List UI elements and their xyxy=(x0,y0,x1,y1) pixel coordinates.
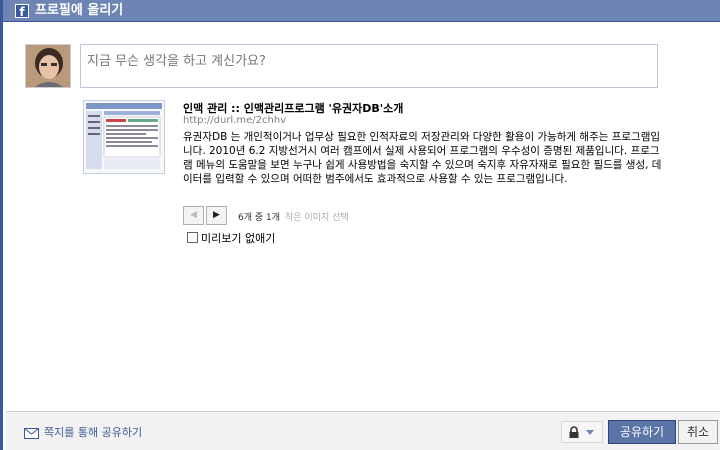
share-via-message-link[interactable]: 쪽지를 통해 공유하기 xyxy=(44,424,142,440)
share-dialog: f 프로필에 올리기 지금 무슨 생각을 하고 계신가요? 인맥 관리:: 인… xyxy=(0,0,720,450)
link-url: http://durl.me/2chhv xyxy=(183,115,287,126)
lock-icon xyxy=(569,426,579,438)
share-button[interactable]: 공유하기 xyxy=(608,420,676,444)
dialog-footer: 쪽지를 통해 공유하기 공유하기 취소 xyxy=(6,411,720,450)
no-preview-label: 미리보기 없애기 xyxy=(201,232,276,245)
privacy-selector[interactable] xyxy=(561,421,603,443)
thumbnail-count: 6개 중 1개 xyxy=(238,213,281,223)
facebook-logo-icon: f xyxy=(15,4,29,19)
chevron-down-icon xyxy=(586,430,594,435)
status-input[interactable]: 지금 무슨 생각을 하고 계신가요? xyxy=(80,44,658,88)
choose-thumbnail-option[interactable]: 작은 이미지 선택 xyxy=(285,210,349,223)
dialog-title: 프로필에 올리기 xyxy=(35,3,124,18)
previous-thumbnail-button[interactable]: ◀ xyxy=(183,206,204,225)
link-description[interactable]: 유권자DB 는 개인적이거나 업무상 필요한 인적자료의 저장관리와 다양한 활… xyxy=(183,130,663,186)
avatar xyxy=(25,44,71,88)
cancel-button[interactable]: 취소 xyxy=(678,420,718,444)
next-thumbnail-button[interactable]: ▶ xyxy=(206,206,227,225)
screenshot-thumbnail-image xyxy=(84,101,164,173)
avatar-photo xyxy=(26,45,70,87)
link-thumbnail xyxy=(83,100,165,174)
envelope-icon xyxy=(24,428,39,439)
link-title[interactable]: 인맥 관리 :: 인맥관리프로그램 '유권자DB'소개 xyxy=(183,100,403,116)
dialog-titlebar: f 프로필에 올리기 xyxy=(3,0,720,22)
no-preview-checkbox[interactable] xyxy=(187,232,198,243)
